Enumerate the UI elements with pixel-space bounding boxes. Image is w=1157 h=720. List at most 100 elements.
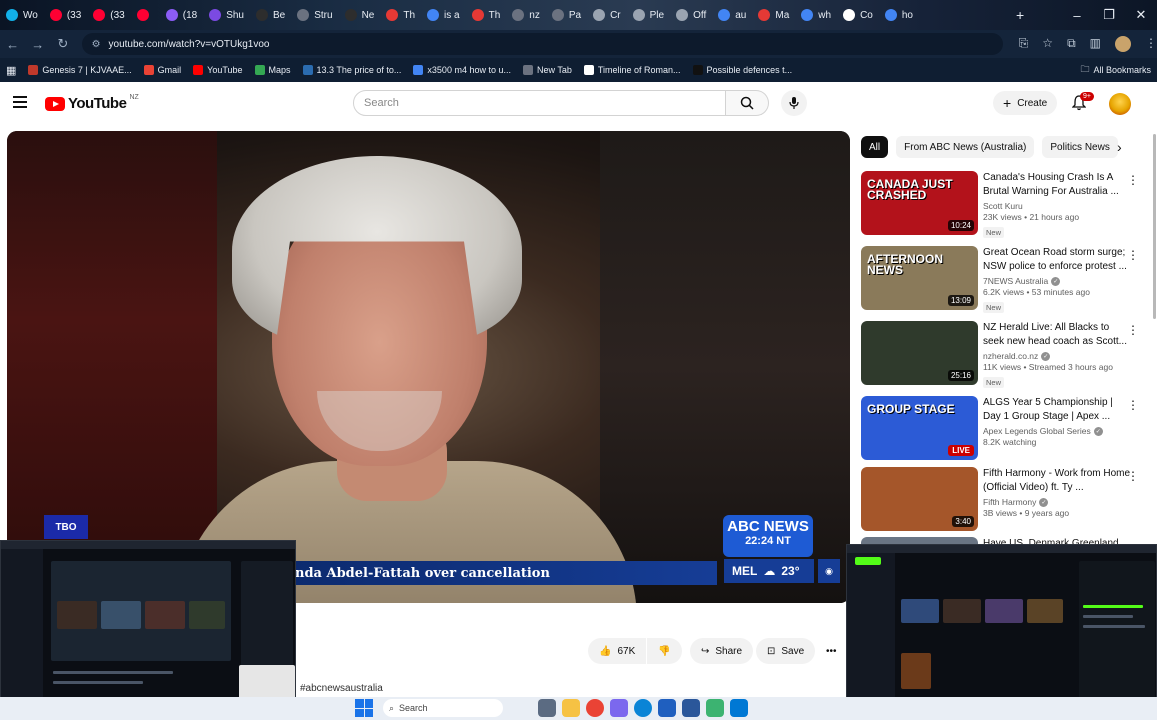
- browser-tab[interactable]: Off: [670, 0, 712, 30]
- browser-tab[interactable]: Ma: [752, 0, 795, 30]
- browser-tab[interactable]: [131, 0, 160, 30]
- recommendation-item[interactable]: 3:40 Fifth Harmony - Work from Home (Offi…: [861, 467, 1151, 533]
- extensions-icon[interactable]: ⧉: [1067, 36, 1076, 52]
- recommendation-item[interactable]: CANADA JUST CRASHED 10:24 Canada's Housing…: [861, 171, 1151, 238]
- video-thumbnail[interactable]: 3:40: [861, 467, 978, 531]
- site-info-icon[interactable]: ⚙: [92, 39, 101, 50]
- channel-name[interactable]: Fifth Harmony ✓: [983, 497, 1131, 507]
- apps-grid-icon[interactable]: ▦: [6, 64, 16, 77]
- profile-avatar[interactable]: [1114, 36, 1131, 52]
- save-button[interactable]: ⊡ Save: [756, 638, 816, 664]
- recommendation-item[interactable]: GROUP STAGE LIVE ALGS Year 5 Championship …: [861, 396, 1151, 462]
- restore-button[interactable]: ❐: [1093, 7, 1125, 23]
- taskbar-search[interactable]: ⌕ Search: [383, 699, 503, 717]
- filter-chip[interactable]: All: [861, 136, 889, 158]
- app-icon-3[interactable]: [730, 699, 748, 717]
- reload-icon[interactable]: ↻: [50, 36, 75, 52]
- install-app-icon[interactable]: ⎘: [1019, 36, 1029, 52]
- browser-tab[interactable]: au: [712, 0, 752, 30]
- bookmark-item[interactable]: 13.3 The price of to...: [302, 65, 401, 75]
- video-thumbnail[interactable]: GROUP STAGE LIVE: [861, 396, 978, 460]
- browser-tab[interactable]: Shu: [203, 0, 250, 30]
- bookmark-star-icon[interactable]: ☆: [1042, 36, 1053, 52]
- app-icon-2[interactable]: [706, 699, 724, 717]
- more-options-icon[interactable]: ⋮: [1127, 469, 1139, 483]
- channel-name[interactable]: nzherald.co.nz ✓: [983, 351, 1131, 361]
- recommendation-item[interactable]: 25:16 NZ Herald Live: All Blacks to seek …: [861, 321, 1151, 388]
- more-options-icon[interactable]: ⋮: [1127, 323, 1139, 337]
- browser-tab[interactable]: (33: [44, 0, 87, 30]
- browser-tab[interactable]: nz: [506, 0, 546, 30]
- all-bookmarks-button[interactable]: 🗀 All Bookmarks: [1080, 58, 1151, 82]
- browser-tab[interactable]: Be: [250, 0, 291, 30]
- edge-icon[interactable]: [634, 699, 652, 717]
- video-title[interactable]: Canada's Housing Crash Is A Brutal Warni…: [983, 171, 1131, 199]
- page-scrollbar[interactable]: [1153, 134, 1156, 319]
- overlay-window-left[interactable]: [0, 540, 296, 712]
- more-actions-button[interactable]: •••: [826, 646, 837, 657]
- browser-tab[interactable]: Ne: [339, 0, 381, 30]
- browser-tab[interactable]: Th: [466, 0, 507, 30]
- bookmark-item[interactable]: Timeline of Roman...: [583, 65, 681, 75]
- voice-search-button[interactable]: [781, 90, 807, 116]
- channel-name[interactable]: Apex Legends Global Series ✓: [983, 426, 1131, 436]
- menu-dots-icon[interactable]: ⋮: [1145, 36, 1157, 52]
- video-title[interactable]: Fifth Harmony - Work from Home (Official…: [983, 467, 1131, 495]
- app-icon[interactable]: [610, 699, 628, 717]
- browser-tab[interactable]: (33: [87, 0, 130, 30]
- outlook-icon[interactable]: [658, 699, 676, 717]
- forward-arrow-icon[interactable]: →: [25, 37, 50, 52]
- video-player[interactable]: TBO ABC NEWS 22:24 NT nda Abdel-Fattah o…: [7, 131, 850, 603]
- dislike-button[interactable]: 👎: [647, 638, 682, 664]
- browser-tab[interactable]: Pa: [546, 0, 587, 30]
- video-title[interactable]: NZ Herald Live: All Blacks to seek new h…: [983, 321, 1131, 349]
- browser-tab[interactable]: Wo: [0, 0, 44, 30]
- calculator-icon[interactable]: [682, 699, 700, 717]
- bookmark-item[interactable]: New Tab: [522, 65, 572, 75]
- browser-tab[interactable]: Stru: [291, 0, 338, 30]
- browser-tab[interactable]: Cr: [587, 0, 627, 30]
- filter-chip[interactable]: From ABC News (Australia): [896, 136, 1035, 158]
- close-window-button[interactable]: ✕: [1125, 7, 1157, 23]
- browser-tab[interactable]: (18: [160, 0, 203, 30]
- task-view-icon[interactable]: [538, 699, 556, 717]
- browser-tab[interactable]: is a: [421, 0, 466, 30]
- bookmark-item[interactable]: Maps: [254, 65, 291, 75]
- back-arrow-icon[interactable]: ←: [0, 37, 25, 52]
- browser-tab[interactable]: Ple: [627, 0, 670, 30]
- channel-name[interactable]: Scott Kuru: [983, 201, 1131, 211]
- search-button[interactable]: [726, 90, 769, 116]
- channel-name[interactable]: 7NEWS Australia ✓: [983, 276, 1131, 286]
- bookmark-item[interactable]: Gmail: [143, 65, 181, 75]
- like-button[interactable]: 👍 67K: [588, 638, 647, 664]
- browser-tab[interactable]: Co: [837, 0, 879, 30]
- filter-chip[interactable]: Politics News: [1042, 136, 1118, 158]
- more-options-icon[interactable]: ⋮: [1127, 398, 1139, 412]
- video-thumbnail[interactable]: 25:16: [861, 321, 978, 385]
- video-title[interactable]: Great Ocean Road storm surge; NSW police…: [983, 246, 1131, 274]
- hashtag-link[interactable]: #abcnewsaustralia: [300, 683, 383, 694]
- chevron-right-icon[interactable]: ›: [1117, 139, 1122, 155]
- more-options-icon[interactable]: ⋮: [1127, 173, 1139, 187]
- video-thumbnail[interactable]: CANADA JUST CRASHED 10:24: [861, 171, 978, 235]
- browser-tab[interactable]: wh: [795, 0, 837, 30]
- bookmark-item[interactable]: Possible defences t...: [692, 65, 792, 75]
- youtube-logo[interactable]: YouTube NZ: [45, 94, 139, 112]
- account-avatar[interactable]: [1109, 93, 1131, 115]
- more-options-icon[interactable]: ⋮: [1127, 248, 1139, 262]
- bookmark-item[interactable]: Genesis 7 | KJVAAE...: [28, 65, 132, 75]
- video-thumbnail[interactable]: AFTERNOON NEWS 13:09: [861, 246, 978, 310]
- bookmark-item[interactable]: x3500 m4 how to u...: [413, 65, 511, 75]
- recommendation-item[interactable]: AFTERNOON NEWS 13:09 Great Ocean Road stor…: [861, 246, 1151, 313]
- video-title[interactable]: ALGS Year 5 Championship | Day 1 Group S…: [983, 396, 1131, 424]
- browser-tab[interactable]: ho: [879, 0, 919, 30]
- create-button[interactable]: + Create: [993, 91, 1058, 115]
- file-explorer-icon[interactable]: [562, 699, 580, 717]
- bookmark-item[interactable]: YouTube: [193, 65, 243, 75]
- share-button[interactable]: ↪ Share: [690, 638, 754, 664]
- browser-tab[interactable]: Th: [380, 0, 421, 30]
- windows-start-icon[interactable]: [355, 699, 373, 717]
- new-tab-button[interactable]: +: [1016, 7, 1024, 23]
- overlay-window-right[interactable]: [846, 544, 1157, 710]
- menu-icon[interactable]: [13, 96, 27, 108]
